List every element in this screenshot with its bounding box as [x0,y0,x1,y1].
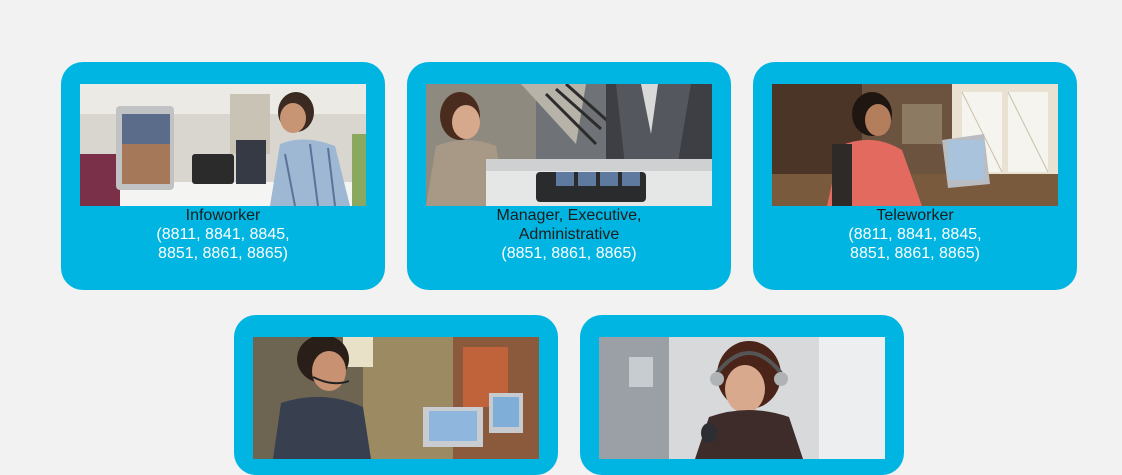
persona-name-line-1: Manager, Executive, [496,207,642,224]
persona-card-5 [580,315,904,475]
phone-models-line-2: 8851, 8861, 8865) [850,245,980,262]
persona-caption: Manager, Executive, Administrative (8851… [407,206,731,263]
persona-card-infoworker: Infoworker (8811, 8841, 8845, 8851, 8861… [61,62,385,290]
home-office-worker-photo [772,84,1058,206]
persona-name-line-2: Administrative [518,226,620,243]
reception-desk-photo [426,84,712,206]
phone-models-line-1: (8851, 8861, 8865) [501,245,637,262]
office-worker-at-desk-photo [80,84,366,206]
persona-caption: Teleworker (8811, 8841, 8845, 8851, 8861… [753,206,1077,263]
persona-name: Teleworker [876,207,954,224]
persona-caption: Infoworker (8811, 8841, 8845, 8851, 8861… [61,206,385,263]
call-center-agent-photo [599,337,885,459]
headset-worker-laptop-photo [253,337,539,459]
phone-models-line-2: 8851, 8861, 8865) [158,245,288,262]
persona-name: Infoworker [185,207,261,224]
persona-card-manager-executive-administrative: Manager, Executive, Administrative (8851… [407,62,731,290]
phone-models-line-1: (8811, 8841, 8845, [848,226,982,243]
persona-card-4 [234,315,558,475]
phone-models-line-1: (8811, 8841, 8845, [156,226,290,243]
persona-card-teleworker: Teleworker (8811, 8841, 8845, 8851, 8861… [753,62,1077,290]
